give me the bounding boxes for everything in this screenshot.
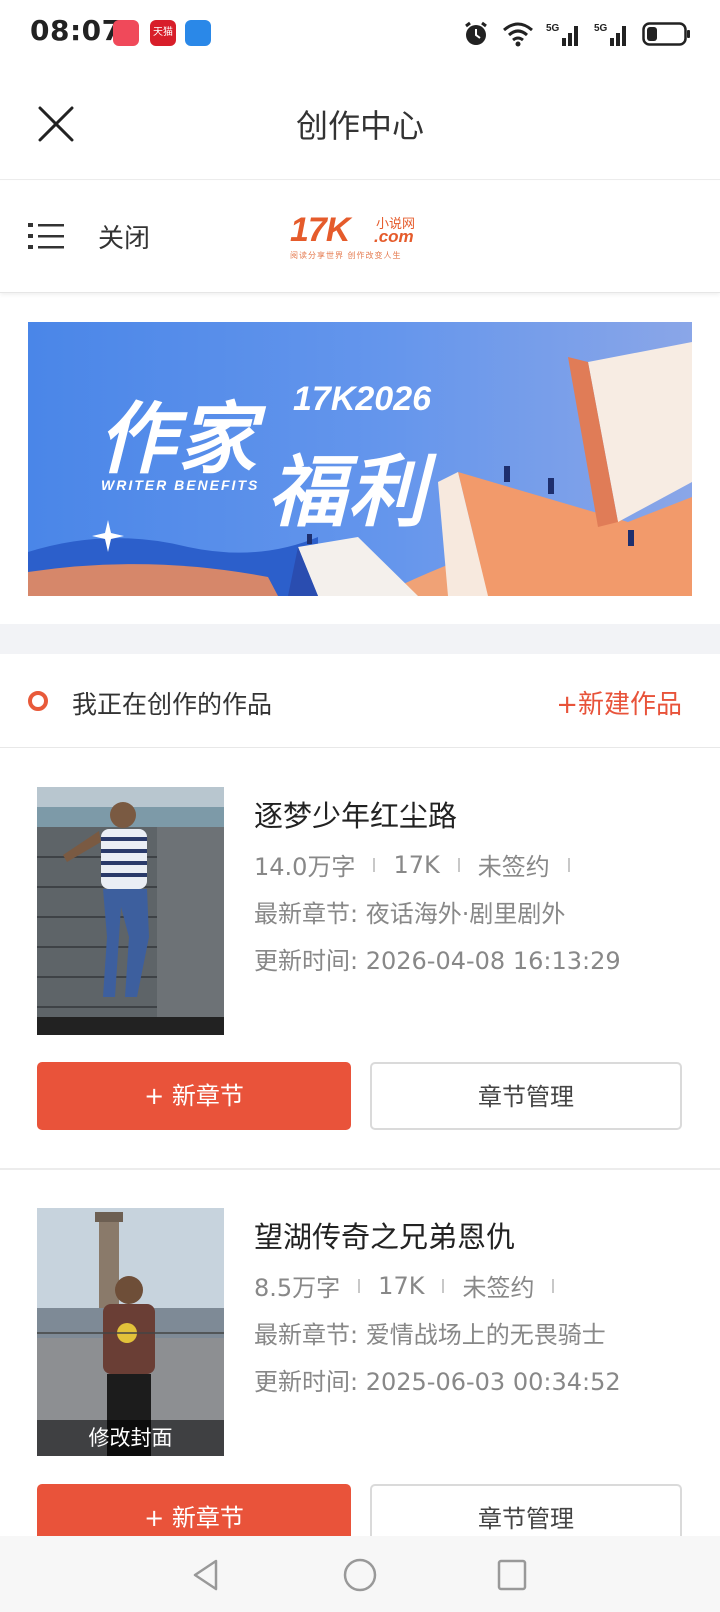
sign-status: 未签约 (462, 1274, 535, 1302)
works-section-header: 我正在创作的作品 +新建作品 (0, 654, 720, 748)
home-icon[interactable] (343, 1558, 377, 1592)
meta-divider (442, 1278, 445, 1293)
work-site: 17K (378, 1271, 425, 1300)
page-title: 创作中心 (295, 107, 424, 145)
logo-tagline: 阅读分享世界 创作改变人生 (290, 251, 402, 260)
status-indicators: 5G 5G (462, 18, 692, 50)
banner-title-2: 福利 (268, 448, 429, 538)
work-title[interactable]: 望湖传奇之兄弟恩仇 (254, 1214, 515, 1256)
signal-icon: 5G (546, 23, 578, 46)
new-chapter-button[interactable]: + 新章节 (37, 1484, 351, 1536)
change-cover-button[interactable]: 修改封面 (37, 1420, 224, 1456)
close-link[interactable]: 关闭 (98, 218, 150, 255)
work-card: 修改封面 望湖传奇之兄弟恩仇 8.5万字 17K 未签约 最新章节: 爱情战场上… (0, 1170, 720, 1536)
banner-year: 17K2026 (293, 380, 432, 418)
site-logo[interactable]: 17K 小说网 .com 阅读分享世界 创作改变人生 (290, 211, 430, 261)
latest-chapter: 最新章节: 爱情战场上的无畏骑士 (254, 1321, 606, 1349)
update-time: 更新时间: 2026-04-08 16:13:29 (254, 947, 621, 975)
circle-bullet-icon (28, 691, 48, 711)
logo-main: 17K (290, 211, 350, 249)
meta-divider (552, 1278, 555, 1293)
chapter-manage-button[interactable]: 章节管理 (370, 1484, 682, 1536)
work-cover[interactable]: 修改封面 (37, 1208, 224, 1456)
word-count: 8.5万字 (254, 1274, 341, 1302)
svg-text:5G: 5G (546, 23, 560, 34)
work-meta: 8.5万字 17K 未签约 (254, 1268, 572, 1303)
update-time: 更新时间: 2025-06-03 00:34:52 (254, 1368, 621, 1396)
svg-text:5G: 5G (594, 23, 608, 34)
sign-status: 未签约 (477, 853, 550, 881)
wifi-icon (503, 22, 533, 47)
system-nav-bar (0, 1536, 720, 1612)
logo-domain: .com (374, 227, 414, 246)
work-card: 逐梦少年红尘路 14.0万字 17K 未签约 最新章节: 夜话海外·剧里剧外 更… (0, 749, 720, 1169)
meta-divider (457, 857, 460, 872)
new-work-button[interactable]: +新建作品 (556, 684, 682, 721)
chapter-manage-button[interactable]: 章节管理 (370, 1062, 682, 1130)
menu-icon[interactable] (28, 221, 64, 251)
site-header: 关闭 17K 小说网 .com 阅读分享世界 创作改变人生 (0, 181, 720, 293)
work-meta: 14.0万字 17K 未签约 (254, 847, 588, 882)
latest-chapter: 最新章节: 夜话海外·剧里剧外 (254, 900, 566, 928)
weather-icon (185, 20, 211, 46)
meta-divider (358, 1278, 361, 1293)
signal-icon-2: 5G (594, 23, 626, 46)
promo-banner[interactable]: 作家 福利 17K2026 WRITER BENEFITS (28, 322, 692, 596)
banner-title-1: 作家 (98, 395, 259, 485)
alarm-icon (465, 21, 487, 45)
back-icon[interactable] (190, 1558, 222, 1592)
meta-divider (373, 857, 376, 872)
banner-english: WRITER BENEFITS (101, 477, 260, 493)
cover-photo (37, 1208, 224, 1456)
work-site: 17K (393, 850, 440, 879)
work-title[interactable]: 逐梦少年红尘路 (254, 793, 457, 835)
new-chapter-button[interactable]: + 新章节 (37, 1062, 351, 1130)
title-bar: 创作中心 (0, 68, 720, 180)
word-count: 14.0万字 (254, 853, 356, 881)
status-bar: 08:07 天猫 5G 5G (0, 0, 720, 68)
battery-icon (642, 22, 690, 46)
section-spacer (0, 624, 720, 654)
tmall-icon: 天猫 (150, 20, 176, 46)
clock: 08:07 (30, 14, 122, 47)
message-app-icon (113, 20, 139, 46)
recents-icon[interactable] (496, 1558, 528, 1592)
section-label: 我正在创作的作品 (72, 690, 273, 719)
cover-photo (37, 787, 224, 1035)
meta-divider (567, 857, 570, 872)
work-cover[interactable] (37, 787, 224, 1035)
